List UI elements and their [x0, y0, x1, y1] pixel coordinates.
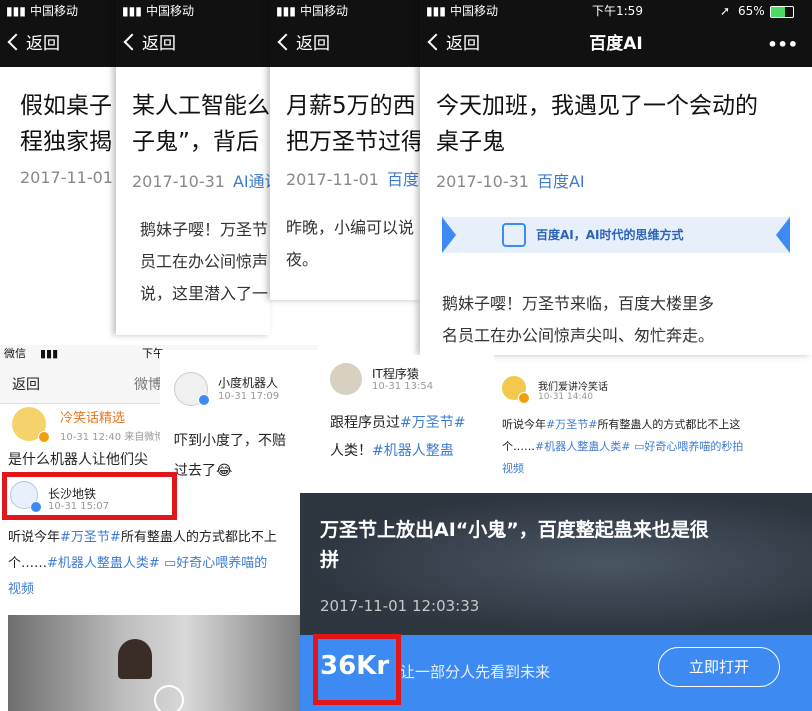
back-button[interactable]: 返回 — [123, 22, 176, 67]
article-date: 2017-10-31AI通讯 — [132, 168, 270, 192]
weibo-screen-4: 我们爱讲冷笑话 10-31 14:40 听说今年#万圣节#所有整蛊人的方式都比不… — [492, 362, 812, 492]
person-figure — [118, 639, 152, 679]
nav-title: 百度AI — [589, 34, 643, 54]
avatar[interactable] — [330, 363, 362, 395]
user-name[interactable]: 小度机器人 — [218, 374, 278, 391]
chevron-left-icon — [277, 33, 295, 51]
kr-headline: 万圣节上放出AI“小鬼”，百度整起蛊来也是很 拼 — [320, 519, 709, 571]
user-name[interactable]: IT程序猿 — [372, 365, 419, 382]
signal-icon: ▮▮▮ — [122, 4, 142, 18]
post-text: 是什么机器人让他们尖 — [8, 452, 148, 468]
nav-bar: 返回 — [0, 22, 116, 67]
chevron-left-icon — [7, 33, 25, 51]
kr-slogan: 让一部分人先看到未来 — [400, 663, 551, 681]
video-thumbnail[interactable] — [8, 615, 304, 711]
brain-icon — [502, 223, 526, 247]
hashtag-link[interactable]: #万圣节# — [60, 530, 121, 545]
article-title: 今天加班，我遇见了一个会动的 桌子鬼 — [436, 93, 758, 155]
post-text: 跟程序员过#万圣节# 人类！#机器人整蛊 — [330, 415, 466, 459]
post-text: 吓到小度了，不赔 过去了😂 — [174, 433, 286, 479]
open-app-button[interactable]: 立即打开 — [658, 647, 780, 687]
article-date: 2017-10-31 百度AI — [436, 172, 585, 191]
signal-icon: ▮▮▮ — [276, 4, 296, 18]
status-bar: ▮▮▮ 中国移动 — [116, 0, 270, 22]
location-icon: ➚ — [720, 4, 731, 18]
banner-text: 百度AI，AI时代的思维方式 — [536, 228, 684, 242]
weibo-screen-2: 小度机器人 10-31 17:09 吓到小度了，不赔 过去了😂 — [160, 350, 320, 490]
post-text: 听说今年#万圣节#所有整蛊人的方式都比不上这 个……#机器人整蛊人类# ▭好奇心… — [502, 414, 743, 480]
signal-icon: ▮▮▮ — [426, 4, 446, 18]
article-body: 鹅妹子嘤！万圣节 员工在办公间惊声 说，这里潜入了一 — [140, 220, 269, 303]
article-screen-2: ▮▮▮ 中国移动 返回 某人工智能么 子鬼”，背后 2017-10-31AI通讯… — [116, 0, 270, 335]
article-title: 某人工智能么 子鬼”，背后 — [132, 93, 270, 155]
nav-bar: 返回 百度AI ••• — [420, 22, 812, 67]
post-meta: 10-31 12:40 来自微博 — [60, 432, 165, 443]
back-button[interactable]: 返回 — [12, 374, 40, 394]
post-time: 10-31 17:09 — [218, 391, 280, 402]
battery-label: 65% — [738, 4, 765, 18]
video-link[interactable]: 视频 — [8, 577, 277, 603]
video-icon: ▭ — [163, 556, 177, 571]
post-time: 10-31 13:54 — [372, 381, 434, 392]
highlight-box-36kr — [313, 634, 401, 705]
hashtag-link[interactable]: #万圣节# — [546, 418, 597, 431]
hashtag-link[interactable]: #机器人整蛊人类# — [535, 440, 630, 453]
article-title: 月薪5万的西 把万圣节过得 — [286, 93, 422, 155]
article-source-link: AI通讯 — [232, 172, 270, 191]
chevron-left-icon — [123, 33, 141, 51]
article-date: 2017-11-01 百度 — [286, 170, 419, 189]
carrier-label: 中国移动 — [30, 4, 79, 18]
back-button[interactable]: 返回 — [277, 22, 330, 67]
nav-bar: 返回 — [116, 22, 270, 67]
play-icon[interactable] — [154, 685, 184, 711]
article-screen-1: ▮▮▮ 中国移动 返回 假如桌子 程独家揭 2017-11-01 — [0, 0, 116, 335]
article-body: 昨晚，小编可以说 夜。 — [286, 218, 415, 269]
article-banner: 百度AI，AI时代的思维方式 — [442, 217, 790, 253]
signal-icon: ▮▮▮ — [40, 347, 59, 360]
post-text: 听说今年#万圣节#所有整蛊人的方式都比不上 个……#机器人整蛊人类# ▭好奇心喂… — [8, 525, 277, 603]
status-bar: ▮▮▮ 中国移动 — [270, 0, 422, 22]
carrier-label: 中国移动 — [450, 4, 499, 18]
article-source-link[interactable]: 百度AI — [537, 172, 585, 191]
battery-icon — [770, 6, 794, 18]
kr-datetime: 2017-11-01 12:03:33 — [320, 597, 480, 615]
video-link[interactable]: 好奇心喂养喵的 — [176, 556, 267, 571]
video-link[interactable]: 视频 — [502, 458, 743, 480]
article-screen-3: ▮▮▮ 中国移动 返回 月薪5万的西 把万圣节过得 2017-11-01 百度 昨… — [270, 0, 422, 300]
article-body: 鹅妹子嘤！万圣节来临，百度大楼里多 名员工在办公间惊声尖叫、匆忙奔走。 — [442, 294, 715, 345]
post-time: 10-31 14:40 — [538, 392, 593, 402]
signal-icon: ▮▮▮ — [6, 4, 26, 18]
hashtag-link[interactable]: #机器人整蛊 — [372, 443, 454, 459]
nav-bar: 返回 — [270, 22, 422, 67]
weibo-screen-3: IT程序猿 10-31 13:54 跟程序员过#万圣节# 人类！#机器人整蛊 — [322, 355, 494, 480]
video-icon: ▭ — [633, 440, 645, 453]
back-button[interactable]: 返回 — [7, 22, 60, 67]
hashtag-link[interactable]: #万圣节# — [400, 415, 465, 431]
clock-label: 下午1:59 — [592, 4, 643, 18]
user-name[interactable]: 我们爱讲冷笑话 — [538, 378, 608, 393]
article-title: 假如桌子 程独家揭 — [20, 93, 112, 155]
article-source-link: 百度 — [386, 170, 419, 189]
carrier-label: 中国移动 — [300, 4, 349, 18]
article-date: 2017-11-01 — [20, 168, 113, 187]
verified-badge-icon — [518, 392, 530, 404]
verified-badge-icon — [198, 394, 210, 406]
user-name[interactable]: 冷笑话精选 — [60, 407, 125, 426]
status-bar: ▮▮▮ 中国移动 下午1:59 ➚ 65% — [420, 0, 812, 22]
video-link[interactable]: 好奇心喂养喵的秒拍 — [644, 440, 743, 453]
highlight-box-metro — [2, 472, 177, 520]
verified-badge-icon — [38, 431, 50, 443]
carrier-label: 中国移动 — [146, 4, 195, 18]
more-button[interactable]: ••• — [767, 22, 798, 67]
article-screen-4: ▮▮▮ 中国移动 下午1:59 ➚ 65% 返回 百度AI ••• 今天加班，我… — [420, 0, 812, 355]
hashtag-link[interactable]: #机器人整蛊人类# — [47, 556, 160, 571]
nav-title: 微博 — [134, 377, 162, 393]
status-bar: ▮▮▮ 中国移动 — [0, 0, 116, 22]
